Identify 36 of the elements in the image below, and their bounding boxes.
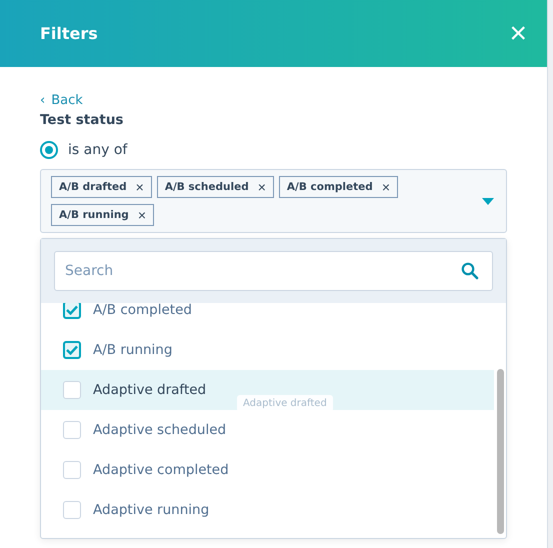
scrollbar-thumb[interactable] bbox=[496, 369, 504, 534]
option-item[interactable]: Adaptive scheduled bbox=[41, 410, 494, 450]
back-link[interactable]: ‹ Back bbox=[40, 93, 83, 108]
checkbox[interactable] bbox=[63, 501, 81, 519]
field-label: Test status bbox=[40, 112, 124, 128]
remove-tag-button[interactable]: × bbox=[258, 180, 266, 194]
tag: A/B drafted × bbox=[51, 176, 152, 198]
caret-icon[interactable] bbox=[482, 198, 494, 204]
option-label: Adaptive scheduled bbox=[93, 422, 226, 438]
checkbox[interactable] bbox=[63, 303, 81, 319]
radio-label: is any of bbox=[68, 142, 128, 158]
option-item[interactable]: Adaptive completed bbox=[41, 450, 494, 490]
option-label: Adaptive running bbox=[93, 502, 210, 518]
option-item[interactable]: A/B completed bbox=[41, 303, 494, 330]
checkbox[interactable] bbox=[63, 381, 81, 399]
search-icon bbox=[461, 262, 479, 280]
panel-title: Filters bbox=[40, 24, 98, 43]
drag-ghost-label: Adaptive drafted bbox=[237, 395, 333, 412]
search-field[interactable]: Search bbox=[54, 251, 493, 291]
tag: A/B completed × bbox=[278, 176, 398, 198]
radio-button[interactable] bbox=[40, 141, 58, 159]
remove-tag-button[interactable]: × bbox=[138, 208, 146, 222]
tag: A/B scheduled × bbox=[156, 176, 274, 198]
checkbox[interactable] bbox=[63, 421, 81, 439]
checkbox[interactable] bbox=[63, 461, 81, 479]
remove-tag-button[interactable]: × bbox=[136, 180, 144, 194]
checkbox[interactable] bbox=[63, 341, 81, 359]
option-label: A/B running bbox=[93, 342, 172, 358]
option-item[interactable]: Adaptive running bbox=[41, 490, 494, 530]
option-label: Adaptive completed bbox=[93, 462, 229, 478]
option-item[interactable]: A/B running bbox=[41, 330, 494, 370]
remove-tag-button[interactable]: × bbox=[382, 180, 390, 194]
option-label: A/B completed bbox=[93, 303, 192, 318]
tag: A/B running × bbox=[51, 204, 154, 226]
multi-select-field[interactable]: A/B drafted × A/B scheduled × A/B completed × A/B running × bbox=[40, 169, 507, 233]
option-label: Adaptive drafted bbox=[93, 382, 206, 398]
